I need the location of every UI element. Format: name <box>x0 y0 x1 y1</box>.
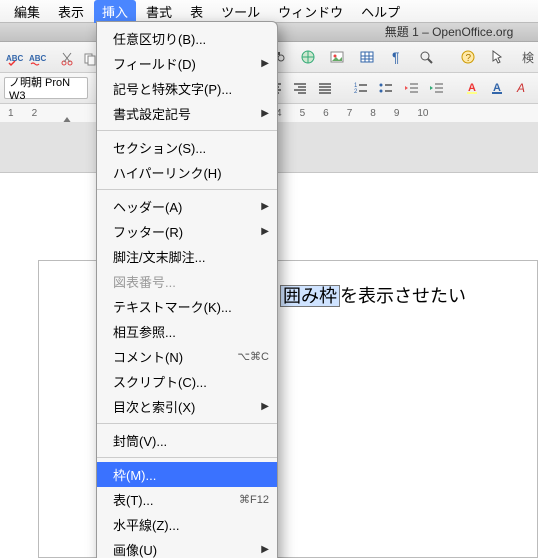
toolbar-tail: 検 <box>522 49 534 66</box>
menu-item[interactable]: セクション(S)... <box>97 135 277 160</box>
submenu-arrow-icon: ▶ <box>261 58 269 69</box>
menu-item-label: 水平線(Z)... <box>113 515 179 534</box>
submenu-arrow-icon: ▶ <box>261 108 269 119</box>
font-name-field[interactable]: ノ明朝 ProN W3 <box>4 77 88 99</box>
ruler-tick: 2 <box>32 108 38 119</box>
highlight-icon[interactable]: A <box>462 75 483 101</box>
ruler-tick: 7 <box>347 108 353 119</box>
menu-item-label: 封筒(V)... <box>113 431 167 450</box>
menu-item[interactable]: 記号と特殊文字(P)... <box>97 76 277 101</box>
menu-item[interactable]: 目次と索引(X) ▶ <box>97 394 277 419</box>
indent-icon[interactable] <box>426 75 447 101</box>
menu-item[interactable]: 画像(U) ▶ <box>97 537 277 558</box>
menu-item[interactable]: テキストマーク(K)... <box>97 294 277 319</box>
menu-item[interactable]: フィールド(D) ▶ <box>97 51 277 76</box>
menu-item[interactable]: 表(T)... ⌘F12 <box>97 487 277 512</box>
text-frame[interactable]: 囲み枠 <box>280 285 340 307</box>
menu-item-label: コメント(N) <box>113 347 183 366</box>
menu-item-label: ハイパーリンク(H) <box>113 163 222 182</box>
menu-item[interactable]: 相互参照... <box>97 319 277 344</box>
menu-table[interactable]: 表 <box>182 0 211 23</box>
body-text: を表示させたい <box>340 286 466 306</box>
menu-item-label: セクション(S)... <box>113 138 206 157</box>
svg-text:?: ? <box>465 53 471 64</box>
menu-window[interactable]: ウィンドウ <box>270 0 351 23</box>
menu-item-label: フッター(R) <box>113 222 183 241</box>
char-style-icon[interactable]: A <box>513 75 534 101</box>
menu-item-label: 脚注/文末脚注... <box>113 247 205 266</box>
menu-shortcut: ⌥⌘C <box>237 350 269 363</box>
ruler-tick: 10 <box>417 108 428 119</box>
list-bullet-icon[interactable] <box>376 75 397 101</box>
menubar: 編集 表示 挿入 書式 表 ツール ウィンドウ ヘルプ <box>0 0 538 23</box>
document-text[interactable]: 囲み枠を表示させたい <box>280 282 466 308</box>
svg-text:ABC: ABC <box>29 54 46 63</box>
menu-item-label: 記号と特殊文字(P)... <box>113 79 232 98</box>
menu-item-label: テキストマーク(K)... <box>113 297 232 316</box>
cut-icon[interactable] <box>57 46 77 72</box>
svg-text:A: A <box>516 81 525 95</box>
menu-item-label: 表(T)... <box>113 490 153 509</box>
menu-shortcut: ⌘F12 <box>239 493 269 506</box>
ruler-tick: 6 <box>323 108 329 119</box>
gallery-icon[interactable] <box>325 44 351 70</box>
autospell-icon[interactable]: ABC <box>27 46 47 72</box>
paragraph-icon[interactable]: ¶ <box>384 44 410 70</box>
menu-item: 図表番号... <box>97 269 277 294</box>
menu-item-label: 画像(U) <box>113 540 157 558</box>
menu-item[interactable]: ハイパーリンク(H) <box>97 160 277 185</box>
zoom-icon[interactable] <box>413 44 439 70</box>
align-justify-icon[interactable] <box>315 75 336 101</box>
menu-item[interactable]: 書式設定記号 ▶ <box>97 101 277 126</box>
menu-item[interactable]: 枠(M)... <box>97 462 277 487</box>
menu-item-label: ヘッダー(A) <box>113 197 182 216</box>
menu-item[interactable]: ヘッダー(A) ▶ <box>97 194 277 219</box>
menu-item-label: スクリプト(C)... <box>113 372 207 391</box>
menu-tools[interactable]: ツール <box>213 0 268 23</box>
menu-item[interactable]: フッター(R) ▶ <box>97 219 277 244</box>
font-color-icon[interactable]: A <box>487 75 508 101</box>
menu-help[interactable]: ヘルプ <box>353 0 408 23</box>
menu-item-label: 任意区切り(B)... <box>113 29 206 48</box>
menu-item[interactable]: 封筒(V)... <box>97 428 277 453</box>
ruler-tick: 1 <box>8 108 14 119</box>
menu-item[interactable]: 任意区切り(B)... <box>97 26 277 51</box>
submenu-arrow-icon: ▶ <box>261 226 269 237</box>
menu-item[interactable]: コメント(N) ⌥⌘C <box>97 344 277 369</box>
outdent-icon[interactable] <box>401 75 422 101</box>
submenu-arrow-icon: ▶ <box>261 401 269 412</box>
submenu-arrow-icon: ▶ <box>261 544 269 555</box>
insert-menu: 任意区切り(B)... フィールド(D) ▶ 記号と特殊文字(P)... 書式設定記号 ▶… <box>96 21 278 558</box>
spellcheck-icon[interactable]: ABC <box>4 46 24 72</box>
menu-item-label: 書式設定記号 <box>113 104 191 123</box>
list-numbered-icon[interactable]: 12 <box>351 75 372 101</box>
window-title: 無題 1 – OpenOffice.org <box>385 25 514 39</box>
help-icon[interactable]: ? <box>455 44 481 70</box>
ruler-tick: 8 <box>370 108 376 119</box>
table-icon[interactable] <box>354 44 380 70</box>
menu-item-label: 枠(M)... <box>113 465 156 484</box>
menu-format[interactable]: 書式 <box>138 0 180 23</box>
menu-item-label: 目次と索引(X) <box>113 397 195 416</box>
svg-text:2: 2 <box>354 89 358 95</box>
align-right-icon[interactable] <box>290 75 311 101</box>
svg-text:¶: ¶ <box>392 49 400 65</box>
menu-item-label: 相互参照... <box>113 322 176 341</box>
menu-item[interactable]: スクリプト(C)... <box>97 369 277 394</box>
globe-icon[interactable] <box>295 44 321 70</box>
submenu-arrow-icon: ▶ <box>261 201 269 212</box>
menu-item-label: 図表番号... <box>113 272 176 291</box>
menu-item-label: フィールド(D) <box>113 54 196 73</box>
menu-edit[interactable]: 編集 <box>6 0 48 23</box>
pointer-icon[interactable] <box>484 44 510 70</box>
menu-item[interactable]: 脚注/文末脚注... <box>97 244 277 269</box>
menu-view[interactable]: 表示 <box>50 0 92 23</box>
ruler-tick: 5 <box>300 108 306 119</box>
menu-item[interactable]: 水平線(Z)... <box>97 512 277 537</box>
menu-insert[interactable]: 挿入 <box>94 0 136 23</box>
ruler-tick: 9 <box>394 108 400 119</box>
